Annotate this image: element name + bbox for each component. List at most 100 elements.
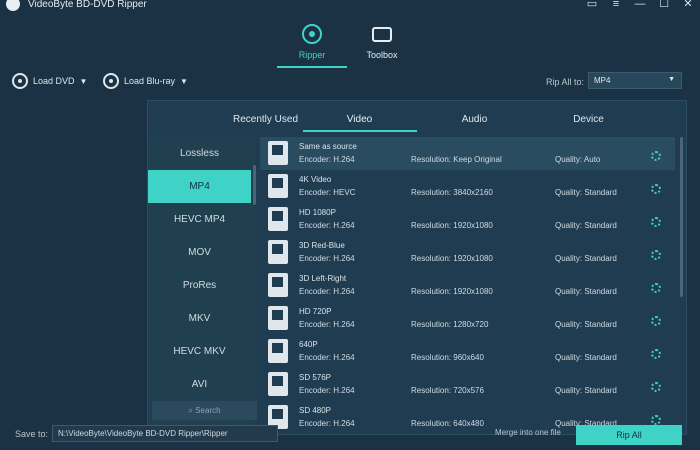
format-resolution: Resolution: 720x576 <box>411 386 484 395</box>
toolbar: Load DVD ▼ Load Blu-ray ▼ Rip All to: MP… <box>0 70 700 92</box>
gear-icon[interactable] <box>651 349 661 359</box>
maximize-icon[interactable]: ☐ <box>658 0 670 10</box>
video-format-icon <box>268 207 288 231</box>
tab-toolbox[interactable]: Toolbox <box>347 24 417 60</box>
gear-icon[interactable] <box>651 184 661 194</box>
format-quality: Quality: Standard <box>555 386 617 395</box>
rip-all-to-label: Rip All to: <box>546 77 585 87</box>
format-name: HD 720P <box>299 307 332 316</box>
list-item[interactable]: HD 1080P Encoder: H.264 Resolution: 1920… <box>260 203 675 236</box>
format-list: Same as source Encoder: H.264 Resolution… <box>260 137 675 434</box>
format-resolution: Resolution: 1920x1080 <box>411 221 493 230</box>
tab-audio[interactable]: Audio <box>418 114 531 125</box>
tab-ripper[interactable]: Ripper <box>277 24 347 60</box>
format-search-input[interactable]: ⌕ Search <box>152 401 257 420</box>
gear-icon[interactable] <box>651 217 661 227</box>
format-resolution: Resolution: 3840x2160 <box>411 188 493 197</box>
format-quality: Quality: Standard <box>555 353 617 362</box>
format-name: 4K Video <box>299 175 332 184</box>
disc-icon <box>12 73 28 89</box>
list-item[interactable]: 4K Video Encoder: HEVC Resolution: 3840x… <box>260 170 675 203</box>
sidebar-item-avi[interactable]: AVI <box>148 368 251 401</box>
tab-device[interactable]: Device <box>532 114 645 125</box>
tab-toolbox-label: Toolbox <box>366 50 398 60</box>
format-name: SD 576P <box>299 373 332 382</box>
load-bluray-button[interactable]: Load Blu-ray ▼ <box>103 73 188 89</box>
format-resolution: Resolution: 1920x1080 <box>411 254 493 263</box>
window-controls: ▭ ≡ — ☐ ✕ <box>586 0 694 10</box>
format-name: HD 1080P <box>299 208 336 217</box>
format-name: 3D Left-Right <box>299 274 347 283</box>
format-category-sidebar: Lossless MP4 HEVC MP4 MOV ProRes MKV HEV… <box>148 137 257 434</box>
rip-all-format-select[interactable]: MP4 ▼ <box>588 72 682 89</box>
disc-icon <box>103 73 119 89</box>
chevron-down-icon[interactable]: ▼ <box>180 77 188 86</box>
list-item[interactable]: 640P Encoder: H.264 Resolution: 960x640 … <box>260 335 675 368</box>
format-encoder: Encoder: H.264 <box>299 155 355 164</box>
list-item[interactable]: 3D Red-Blue Encoder: H.264 Resolution: 1… <box>260 236 675 269</box>
format-name: 640P <box>299 340 318 349</box>
gear-icon[interactable] <box>651 283 661 293</box>
format-list-scrollbar[interactable] <box>680 137 683 297</box>
format-encoder: Encoder: H.264 <box>299 287 355 296</box>
chevron-down-icon[interactable]: ▼ <box>80 77 88 86</box>
ripper-icon <box>302 24 322 44</box>
sidebar-item-mp4[interactable]: MP4 <box>148 170 251 203</box>
title-bar: VideoByte BD-DVD Ripper ▭ ≡ — ☐ ✕ <box>0 0 700 14</box>
menu-icon[interactable]: ≡ <box>610 0 622 10</box>
load-bluray-label: Load Blu-ray <box>124 76 176 86</box>
sidebar-scrollbar[interactable] <box>253 165 256 205</box>
format-name: Same as source <box>299 142 357 151</box>
format-encoder: Encoder: H.264 <box>299 254 355 263</box>
format-resolution: Resolution: Keep Original <box>411 155 502 164</box>
feedback-icon[interactable]: ▭ <box>586 0 598 10</box>
format-encoder: Encoder: H.264 <box>299 386 355 395</box>
gear-icon[interactable] <box>651 151 661 161</box>
minimize-icon[interactable]: — <box>634 0 646 10</box>
gear-icon[interactable] <box>651 250 661 260</box>
format-quality: Quality: Standard <box>555 287 617 296</box>
sidebar-item-hevc-mp4[interactable]: HEVC MP4 <box>148 203 251 236</box>
sidebar-item-prores[interactable]: ProRes <box>148 269 251 302</box>
tab-ripper-label: Ripper <box>298 50 326 60</box>
save-path-value: N:\VideoByte\VideoByte BD-DVD Ripper\Rip… <box>58 429 228 438</box>
format-panel: Recently Used Video Audio Device Lossles… <box>147 100 687 435</box>
sidebar-item-mkv[interactable]: MKV <box>148 302 251 335</box>
format-quality: Quality: Standard <box>555 254 617 263</box>
list-item[interactable]: HD 720P Encoder: H.264 Resolution: 1280x… <box>260 302 675 335</box>
rip-all-format-value: MP4 <box>594 76 611 85</box>
tab-video[interactable]: Video <box>303 114 416 125</box>
app-title: VideoByte BD-DVD Ripper <box>28 0 147 10</box>
list-item[interactable]: Same as source Encoder: H.264 Resolution… <box>260 137 675 170</box>
format-name: SD 480P <box>299 406 332 415</box>
rip-all-button[interactable]: Rip All <box>576 425 682 445</box>
save-path-field[interactable]: N:\VideoByte\VideoByte BD-DVD Ripper\Rip… <box>52 425 278 442</box>
video-format-icon <box>268 273 288 297</box>
format-resolution: Resolution: 1920x1080 <box>411 287 493 296</box>
gear-icon[interactable] <box>651 382 661 392</box>
video-format-icon <box>268 306 288 330</box>
merge-into-one-file-checkbox[interactable]: Merge into one file <box>495 428 561 437</box>
app-logo-icon <box>3 0 23 14</box>
video-format-icon <box>268 372 288 396</box>
save-to-label: Save to: <box>15 429 49 439</box>
sidebar-item-lossless[interactable]: Lossless <box>148 137 251 170</box>
sidebar-item-mov[interactable]: MOV <box>148 236 251 269</box>
format-quality: Quality: Auto <box>555 155 601 164</box>
gear-icon[interactable] <box>651 316 661 326</box>
chevron-down-icon: ▼ <box>668 76 675 83</box>
format-resolution: Resolution: 1280x720 <box>411 320 489 329</box>
list-item[interactable]: 3D Left-Right Encoder: H.264 Resolution:… <box>260 269 675 302</box>
close-icon[interactable]: ✕ <box>682 0 694 10</box>
load-dvd-button[interactable]: Load DVD ▼ <box>12 73 87 89</box>
format-name: 3D Red-Blue <box>299 241 345 250</box>
format-quality: Quality: Standard <box>555 320 617 329</box>
video-format-icon <box>268 141 288 165</box>
format-tabs: Recently Used Video Audio Device <box>148 101 688 135</box>
format-encoder: Encoder: H.264 <box>299 320 355 329</box>
format-encoder: Encoder: HEVC <box>299 188 356 197</box>
format-quality: Quality: Standard <box>555 221 617 230</box>
search-placeholder: Search <box>195 406 221 415</box>
sidebar-item-hevc-mkv[interactable]: HEVC MKV <box>148 335 251 368</box>
list-item[interactable]: SD 576P Encoder: H.264 Resolution: 720x5… <box>260 368 675 401</box>
